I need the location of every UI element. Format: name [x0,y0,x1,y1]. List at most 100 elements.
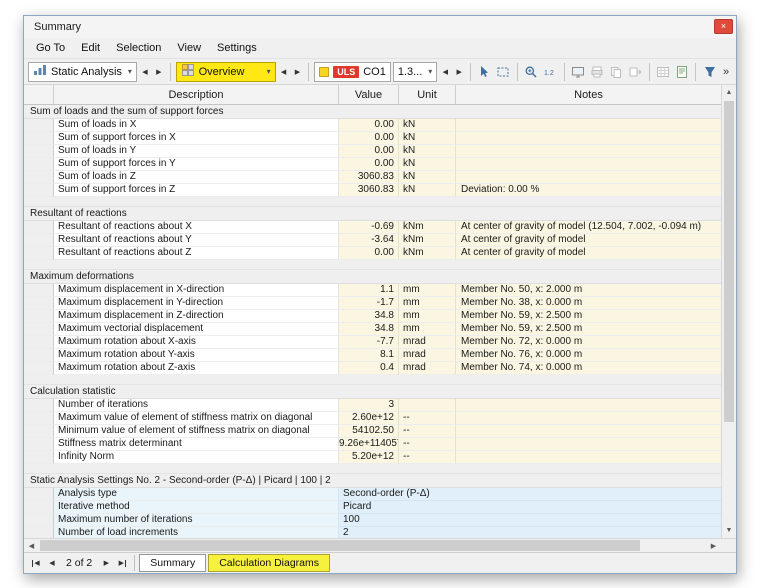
menu-view[interactable]: View [169,40,209,56]
table-row[interactable]: Maximum displacement in Z-direction34.8m… [24,310,721,323]
table-row[interactable]: Sum of loads in X0.00kN [24,119,721,132]
last-page-button[interactable]: ▶ [114,554,130,572]
table-row[interactable]: Sum of loads in Y0.00kN [24,145,721,158]
first-page-button[interactable]: ◀ [28,554,44,572]
toolbar-separator [308,63,309,81]
row-value: 1.1 [339,284,399,297]
row-value: -0.69 [339,221,399,234]
print-icon[interactable] [589,62,606,82]
row-gutter [24,158,54,171]
analysis-prev-button[interactable]: ◀ [139,62,151,81]
row-gutter [24,284,54,297]
table-row[interactable]: Sum of loads in Z3060.83kN [24,171,721,184]
selection-box-icon[interactable] [495,62,512,82]
header-unit[interactable]: Unit [399,85,456,104]
analysis-type-combo[interactable]: Static Analysis ▾ [28,62,137,82]
table-row[interactable]: Analysis typeSecond-order (P-Δ) [24,488,721,501]
row-notes: Member No. 38, x: 0.000 m [456,297,721,310]
case-next-button[interactable]: ▶ [453,62,465,81]
row-description: Sum of support forces in Z [54,184,339,197]
analysis-next-button[interactable]: ▶ [153,62,165,81]
menu-goto[interactable]: Go To [28,40,73,56]
load-case-field[interactable]: ULS CO1 [314,62,391,82]
table-row[interactable]: Infinity Norm5.20e+12-- [24,451,721,464]
case-prev-button[interactable]: ◀ [439,62,451,81]
view-combo[interactable]: Overview ▾ [176,62,276,82]
row-value: 34.8 [339,323,399,336]
tab-summary[interactable]: Summary [139,554,206,572]
row-gutter [24,412,54,425]
scrollbar-corner [721,539,736,552]
toolbar-separator [649,63,650,81]
view-next-button[interactable]: ▶ [291,62,303,81]
table-row[interactable]: Maximum displacement in X-direction1.1mm… [24,284,721,297]
horizontal-scroll-thumb[interactable] [40,540,640,551]
row-unit: kNm [399,234,456,247]
table-row[interactable]: Sum of support forces in X0.00kN [24,132,721,145]
export-icon[interactable] [627,62,644,82]
table-row[interactable]: Stiffness matrix determinant9.26e+114057… [24,438,721,451]
pointer-select-icon[interactable] [476,62,493,82]
close-button[interactable]: × [714,19,733,34]
table-row[interactable]: Maximum vectorial displacement34.8mmMemb… [24,323,721,336]
show-values-icon[interactable]: 1.2 [542,62,559,82]
header-description[interactable]: Description [54,85,339,104]
window-title: Summary [34,21,81,33]
menu-edit[interactable]: Edit [73,40,108,56]
table-row[interactable]: Maximum value of element of stiffness ma… [24,412,721,425]
scroll-up-icon[interactable]: ▲ [722,85,736,100]
vertical-scroll-thumb[interactable] [724,101,734,422]
table-row[interactable]: Resultant of reactions about Y-3.64kNmAt… [24,234,721,247]
view-combo-value: Overview [199,66,261,78]
table-row[interactable]: Number of load increments2 [24,527,721,538]
row-value: 5.20e+12 [339,451,399,464]
table-row[interactable]: Iterative methodPicard [24,501,721,514]
table-row[interactable]: Maximum displacement in Y-direction-1.7m… [24,297,721,310]
row-description: Maximum rotation about Y-axis [54,349,339,362]
scroll-left-icon[interactable]: ◀ [24,539,39,552]
horizontal-scrollbar[interactable]: ◀ ▶ [24,538,736,552]
horizontal-scroll-track[interactable] [39,539,706,552]
header-value[interactable]: Value [339,85,399,104]
scroll-down-icon[interactable]: ▼ [722,523,736,538]
table-row[interactable]: Resultant of reactions about X-0.69kNmAt… [24,221,721,234]
copy-icon[interactable] [608,62,625,82]
table-row[interactable]: Minimum value of element of stiffness ma… [24,425,721,438]
section-header: Resultant of reactions [24,207,721,221]
filter-icon[interactable] [701,62,718,82]
menu-settings[interactable]: Settings [209,40,265,56]
tab-calculation-diagrams[interactable]: Calculation Diagrams [208,554,330,572]
factor-combo[interactable]: 1.3... ▾ [393,62,437,82]
table-grid-icon[interactable] [654,62,671,82]
table-row[interactable]: Maximum rotation about X-axis-7.7mradMem… [24,336,721,349]
prev-page-button[interactable]: ◀ [44,554,60,572]
row-gutter [24,399,54,412]
table-row[interactable]: Number of iterations3 [24,399,721,412]
report-icon[interactable] [673,62,690,82]
table-row[interactable]: Maximum number of iterations100 [24,514,721,527]
toolbar-overflow-button[interactable]: » [720,66,732,78]
row-value: Picard [339,501,721,514]
table-row[interactable]: Maximum rotation about Z-axis0.4mradMemb… [24,362,721,375]
chevron-down-icon: ▾ [267,67,271,76]
row-notes [456,132,721,145]
row-unit: mm [399,297,456,310]
scroll-right-icon[interactable]: ▶ [706,539,721,552]
screen-icon[interactable] [570,62,587,82]
header-notes[interactable]: Notes [456,85,721,104]
table-row[interactable]: Sum of support forces in Y0.00kN [24,158,721,171]
row-gutter [24,247,54,260]
table-row[interactable]: Sum of support forces in Z3060.83kNDevia… [24,184,721,197]
row-notes [456,171,721,184]
vertical-scroll-track[interactable] [722,100,736,523]
vertical-scrollbar[interactable]: ▲ ▼ [721,85,736,538]
row-value: 9.26e+114057 [339,438,399,451]
zoom-icon[interactable] [523,62,540,82]
next-page-button[interactable]: ▶ [98,554,114,572]
table-row[interactable]: Resultant of reactions about Z0.00kNmAt … [24,247,721,260]
row-description: Maximum value of element of stiffness ma… [54,412,339,425]
view-prev-button[interactable]: ◀ [278,62,290,81]
row-notes [456,438,721,451]
menu-selection[interactable]: Selection [108,40,169,56]
table-row[interactable]: Maximum rotation about Y-axis8.1mradMemb… [24,349,721,362]
